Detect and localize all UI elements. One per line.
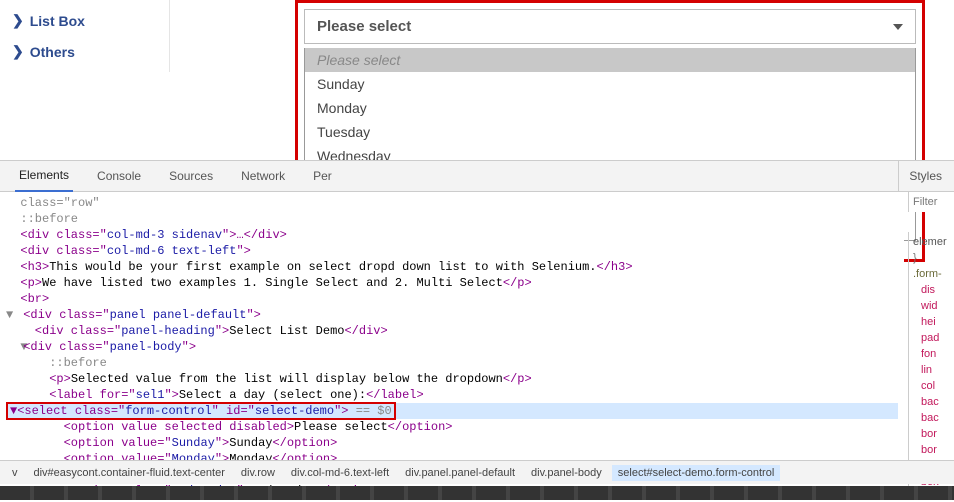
crumb[interactable]: div.col-md-6.text-left	[285, 465, 395, 481]
crumb-selected[interactable]: select#select-demo.form-control	[612, 465, 781, 481]
styles-panel: elemer } .form- dis wid hei pad fon lin …	[908, 232, 954, 492]
sidebar-item-listbox[interactable]: ❯ List Box	[10, 5, 159, 36]
crumb[interactable]: div#easycont.container-fluid.text-center	[28, 465, 231, 481]
tab-sources[interactable]: Sources	[165, 161, 217, 191]
dom-selected-node[interactable]: ▼<select class="form-control" id="select…	[6, 403, 898, 419]
crumb[interactable]: v	[6, 465, 24, 481]
breadcrumb: v div#easycont.container-fluid.text-cent…	[0, 460, 954, 484]
tab-network[interactable]: Network	[237, 161, 289, 191]
crumb[interactable]: div.row	[235, 465, 281, 481]
tab-styles[interactable]: Styles	[898, 161, 946, 191]
tab-performance[interactable]: Per	[309, 161, 336, 191]
devtools-toolbar: Elements Console Sources Network Per Sty…	[0, 160, 954, 192]
sidebar: ❯ List Box ❯ Others	[0, 0, 170, 72]
crumb[interactable]: div.panel-body	[525, 465, 608, 481]
tab-console[interactable]: Console	[93, 161, 145, 191]
select-box[interactable]: Please select	[304, 9, 916, 44]
select-placeholder: Please select	[317, 18, 411, 35]
os-taskbar	[0, 486, 954, 500]
sidebar-item-label: Others	[30, 44, 75, 60]
option-monday[interactable]: Monday	[305, 96, 915, 120]
sidebar-item-label: List Box	[30, 13, 85, 29]
caret-down-icon	[893, 24, 903, 30]
option-sunday[interactable]: Sunday	[305, 72, 915, 96]
chevron-right-icon: ❯	[12, 12, 24, 29]
styles-filter[interactable]: Filter	[908, 192, 954, 212]
tab-elements[interactable]: Elements	[15, 160, 73, 192]
option-placeholder[interactable]: Please select	[305, 48, 915, 72]
chevron-right-icon: ❯	[12, 43, 24, 60]
sidebar-item-others[interactable]: ❯ Others	[10, 36, 159, 67]
option-tuesday[interactable]: Tuesday	[305, 120, 915, 144]
dom-tree[interactable]: class="row" ::before <div class="col-md-…	[0, 192, 904, 502]
crumb[interactable]: div.panel.panel-default	[399, 465, 521, 481]
